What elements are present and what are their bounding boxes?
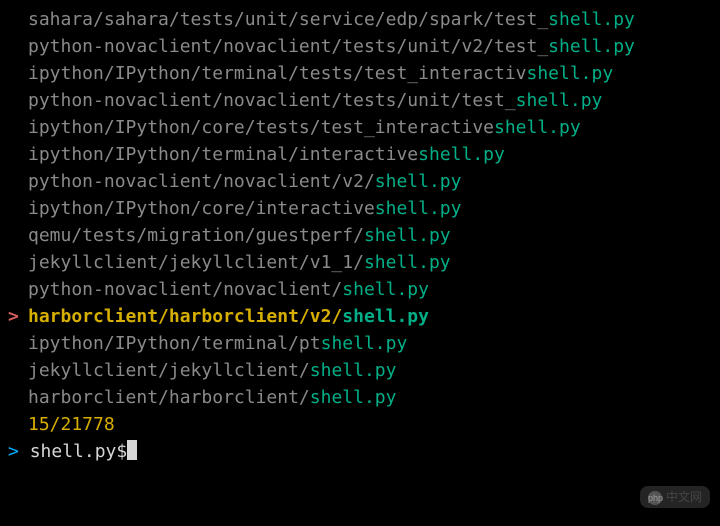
result-match: shell.py (364, 252, 451, 273)
prompt-caret-icon: > (8, 441, 19, 462)
result-match: shell.py (364, 225, 451, 246)
watermark-text: 中文网 (666, 490, 702, 504)
result-prefix: ipython/IPython/terminal/pt (28, 333, 321, 354)
result-prefix: ipython/IPython/core/tests/test_interact… (28, 117, 494, 138)
result-prefix: ipython/IPython/terminal/interactive (28, 144, 418, 165)
php-icon: php (648, 491, 662, 505)
watermark-badge: php 中文网 (640, 486, 710, 508)
result-prefix: jekyllclient/jekyllclient/ (28, 360, 310, 381)
result-match: shell.py (342, 279, 429, 300)
result-match: shell.py (310, 387, 397, 408)
result-match: shell.py (418, 144, 505, 165)
search-query: shell.py$ (30, 441, 128, 462)
result-match: shell.py (310, 360, 397, 381)
result-match: shell.py (527, 63, 614, 84)
cursor-icon (127, 440, 137, 460)
search-prompt[interactable]: > shell.py$ (0, 438, 720, 465)
result-match: shell.py (375, 171, 462, 192)
result-match: shell.py (548, 36, 635, 57)
result-line[interactable]: python-novaclient/novaclient/tests/unit/… (0, 33, 720, 60)
result-match: shell.py (516, 90, 603, 111)
result-line[interactable]: ipython/IPython/terminal/interactiveshel… (0, 141, 720, 168)
result-line[interactable]: ipython/IPython/core/interactiveshell.py (0, 195, 720, 222)
result-match: shell.py (342, 306, 429, 327)
result-line[interactable]: python-novaclient/novaclient/tests/unit/… (0, 87, 720, 114)
result-prefix: python-novaclient/novaclient/ (28, 279, 342, 300)
result-line[interactable]: harborclient/harborclient/v2/shell.py (0, 303, 720, 330)
result-prefix: python-novaclient/novaclient/v2/ (28, 171, 375, 192)
result-line[interactable]: jekyllclient/jekyllclient/shell.py (0, 357, 720, 384)
result-match: shell.py (321, 333, 408, 354)
result-counter: 15/21778 (0, 411, 720, 438)
result-line[interactable]: qemu/tests/migration/guestperf/shell.py (0, 222, 720, 249)
result-prefix: python-novaclient/novaclient/tests/unit/… (28, 90, 516, 111)
result-prefix: python-novaclient/novaclient/tests/unit/… (28, 36, 548, 57)
result-line[interactable]: sahara/sahara/tests/unit/service/edp/spa… (0, 6, 720, 33)
result-prefix: qemu/tests/migration/guestperf/ (28, 225, 364, 246)
result-line[interactable]: harborclient/harborclient/shell.py (0, 384, 720, 411)
result-line[interactable]: jekyllclient/jekyllclient/v1_1/shell.py (0, 249, 720, 276)
result-prefix: ipython/IPython/core/interactive (28, 198, 375, 219)
result-line[interactable]: python-novaclient/novaclient/shell.py (0, 276, 720, 303)
result-match: shell.py (548, 9, 635, 30)
result-line[interactable]: ipython/IPython/core/tests/test_interact… (0, 114, 720, 141)
result-line[interactable]: ipython/IPython/terminal/ptshell.py (0, 330, 720, 357)
result-prefix: harborclient/harborclient/ (28, 387, 310, 408)
fzf-results-list: sahara/sahara/tests/unit/service/edp/spa… (0, 6, 720, 411)
result-line[interactable]: python-novaclient/novaclient/v2/shell.py (0, 168, 720, 195)
result-match: shell.py (375, 198, 462, 219)
result-prefix: ipython/IPython/terminal/tests/test_inte… (28, 63, 527, 84)
result-prefix: harborclient/harborclient/v2/ (28, 306, 342, 327)
result-match: shell.py (494, 117, 581, 138)
result-prefix: jekyllclient/jekyllclient/v1_1/ (28, 252, 364, 273)
result-line[interactable]: ipython/IPython/terminal/tests/test_inte… (0, 60, 720, 87)
result-prefix: sahara/sahara/tests/unit/service/edp/spa… (28, 9, 548, 30)
